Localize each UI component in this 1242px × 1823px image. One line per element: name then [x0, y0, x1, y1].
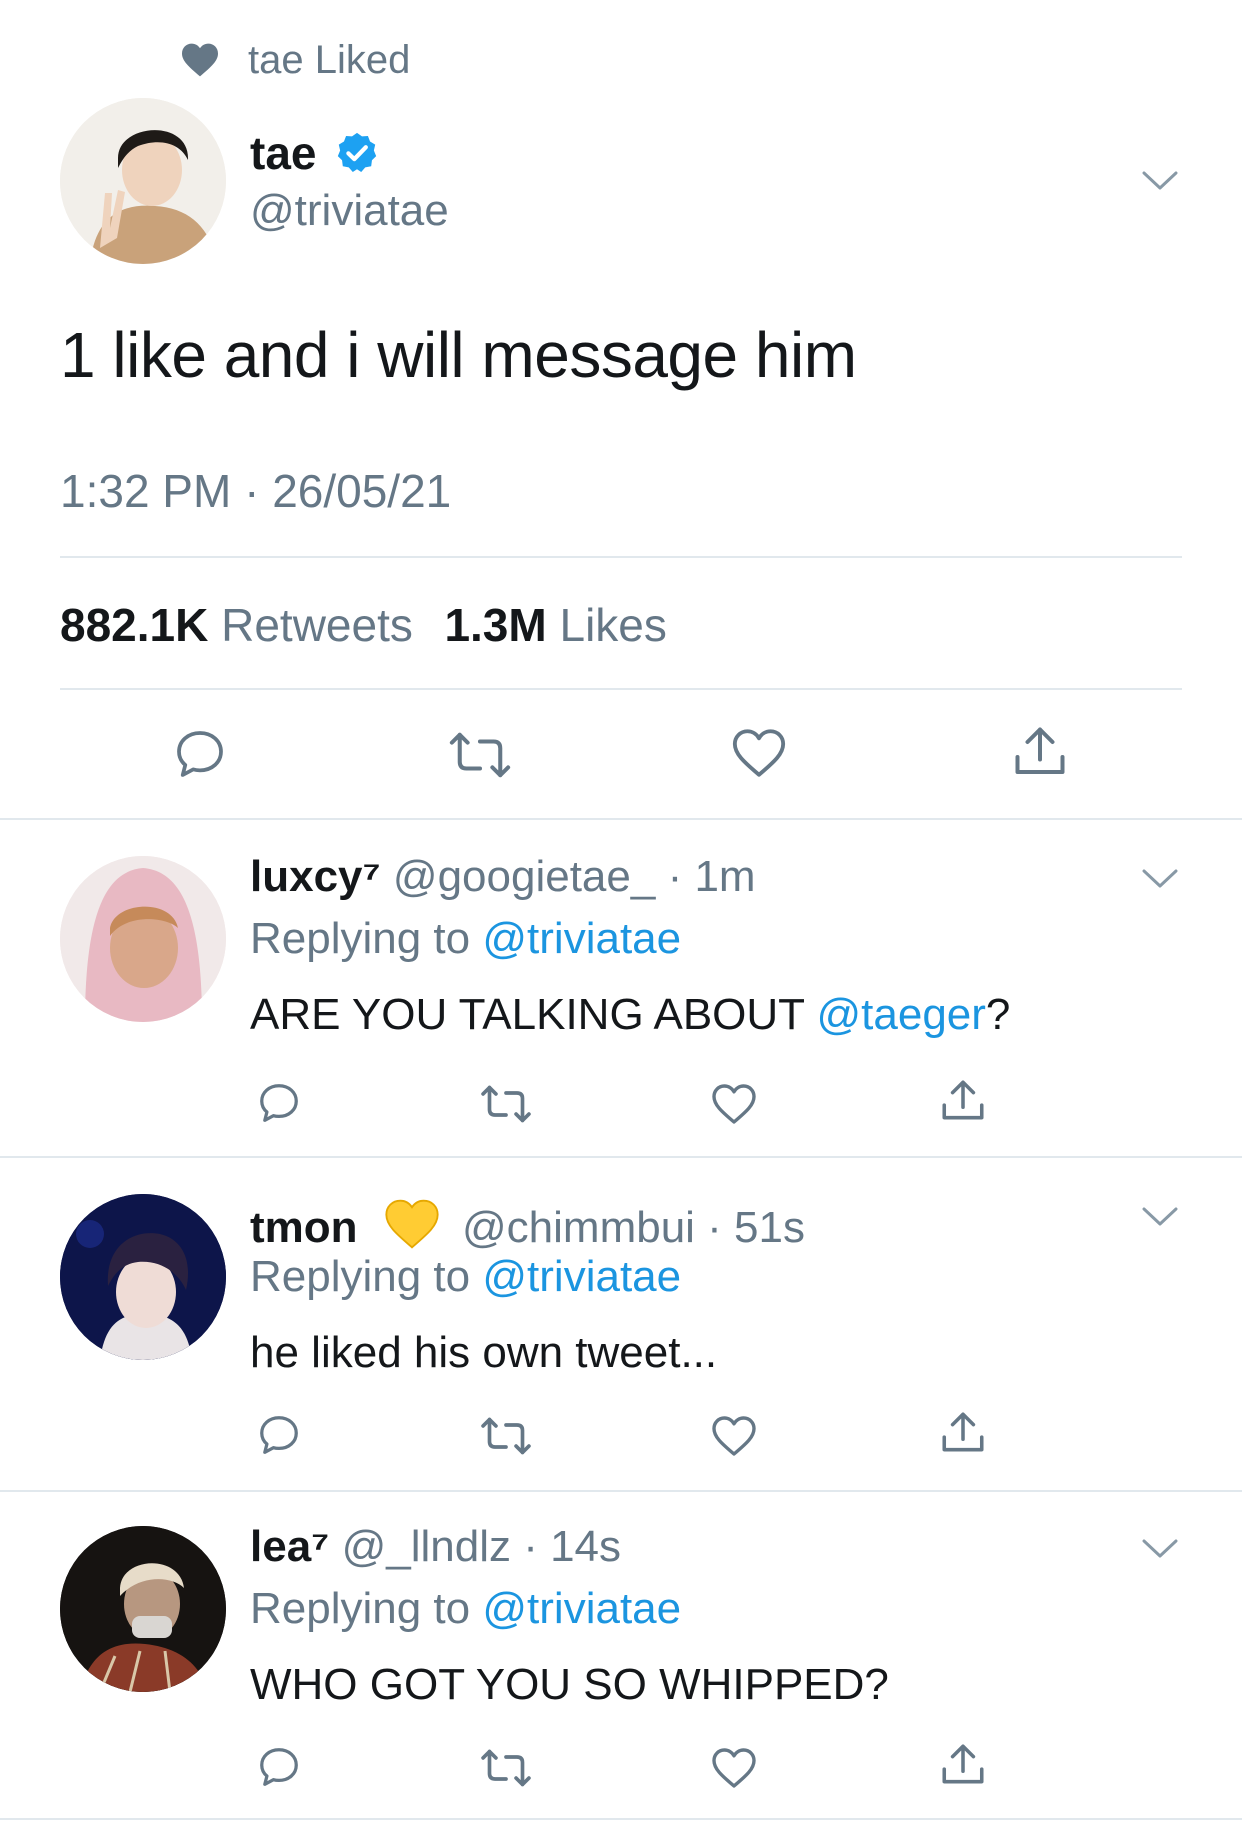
reply-icon[interactable]: [172, 726, 228, 782]
reply-author-name[interactable]: tmon: [250, 1203, 358, 1252]
reply-author-handle[interactable]: @googietae_: [393, 852, 655, 901]
reply-author-handle[interactable]: @chimmbui: [462, 1203, 695, 1252]
chevron-down-icon[interactable]: [1140, 1536, 1180, 1562]
divider: [0, 1156, 1242, 1158]
heart-filled-icon: [180, 42, 220, 78]
like-icon[interactable]: [710, 1082, 758, 1126]
like-icon[interactable]: [730, 726, 788, 780]
share-icon[interactable]: [938, 1740, 988, 1790]
reply-avatar[interactable]: [60, 856, 226, 1022]
chevron-down-icon[interactable]: [1140, 1204, 1180, 1230]
share-icon[interactable]: [938, 1076, 988, 1126]
like-icon[interactable]: [710, 1414, 758, 1458]
reply-author-name[interactable]: lea⁷: [250, 1522, 329, 1571]
divider: [0, 1818, 1242, 1820]
replying-to-label: Replying to: [250, 1252, 471, 1301]
verified-badge-icon: [334, 130, 380, 176]
tweet-timestamp[interactable]: 1:32 PM · 26/05/21: [60, 464, 451, 518]
share-icon[interactable]: [938, 1408, 988, 1458]
yellow-heart-icon: [384, 1198, 440, 1250]
replying-to-link[interactable]: @triviatae: [482, 1584, 681, 1633]
chevron-down-icon[interactable]: [1140, 168, 1180, 194]
reply-text: he liked his own tweet...: [250, 1328, 718, 1377]
replying-to-label: Replying to: [250, 914, 471, 963]
share-icon[interactable]: [1010, 722, 1070, 782]
tweet-stats: 882.1K Retweets 1.3M Likes: [60, 598, 667, 652]
reply-icon[interactable]: [256, 1412, 302, 1458]
reply-text: ARE YOU TALKING ABOUT: [250, 990, 817, 1039]
divider: [0, 1490, 1242, 1492]
like-icon[interactable]: [710, 1746, 758, 1790]
reply-text-end: ?: [985, 990, 1011, 1039]
retweet-icon[interactable]: [448, 728, 512, 782]
chevron-down-icon[interactable]: [1140, 866, 1180, 892]
reply-author-handle[interactable]: @_llndlz: [342, 1522, 511, 1571]
reply-icon[interactable]: [256, 1744, 302, 1790]
reply-time[interactable]: · 51s: [707, 1203, 805, 1252]
reply-icon[interactable]: [256, 1080, 302, 1126]
reply-author-name[interactable]: luxcy⁷: [250, 852, 381, 901]
divider: [60, 556, 1182, 558]
author-handle[interactable]: @triviatae: [250, 186, 449, 236]
reply-text: WHO GOT YOU SO WHIPPED?: [250, 1660, 889, 1709]
replying-to-link[interactable]: @triviatae: [482, 1252, 681, 1301]
reply-avatar[interactable]: [60, 1526, 226, 1692]
social-context-text: tae Liked: [248, 38, 411, 82]
reply-time[interactable]: · 14s: [523, 1522, 621, 1571]
tweet-text: 1 like and i will message him: [60, 319, 857, 391]
retweets-label[interactable]: Retweets: [221, 599, 413, 651]
reply-avatar[interactable]: [60, 1194, 226, 1360]
replying-to-link[interactable]: @triviatae: [482, 914, 681, 963]
divider: [60, 688, 1182, 690]
replying-to-label: Replying to: [250, 1584, 471, 1633]
divider: [0, 818, 1242, 820]
mention-link[interactable]: @taeger: [816, 990, 985, 1039]
retweet-icon[interactable]: [480, 1082, 532, 1126]
reply-time[interactable]: · 1m: [668, 852, 756, 901]
retweet-icon[interactable]: [480, 1414, 532, 1458]
retweets-count[interactable]: 882.1K: [60, 599, 208, 651]
retweet-icon[interactable]: [480, 1746, 532, 1790]
likes-count[interactable]: 1.3M: [444, 599, 546, 651]
author-name[interactable]: tae: [250, 126, 316, 180]
author-avatar[interactable]: [60, 98, 226, 264]
likes-label[interactable]: Likes: [559, 599, 666, 651]
